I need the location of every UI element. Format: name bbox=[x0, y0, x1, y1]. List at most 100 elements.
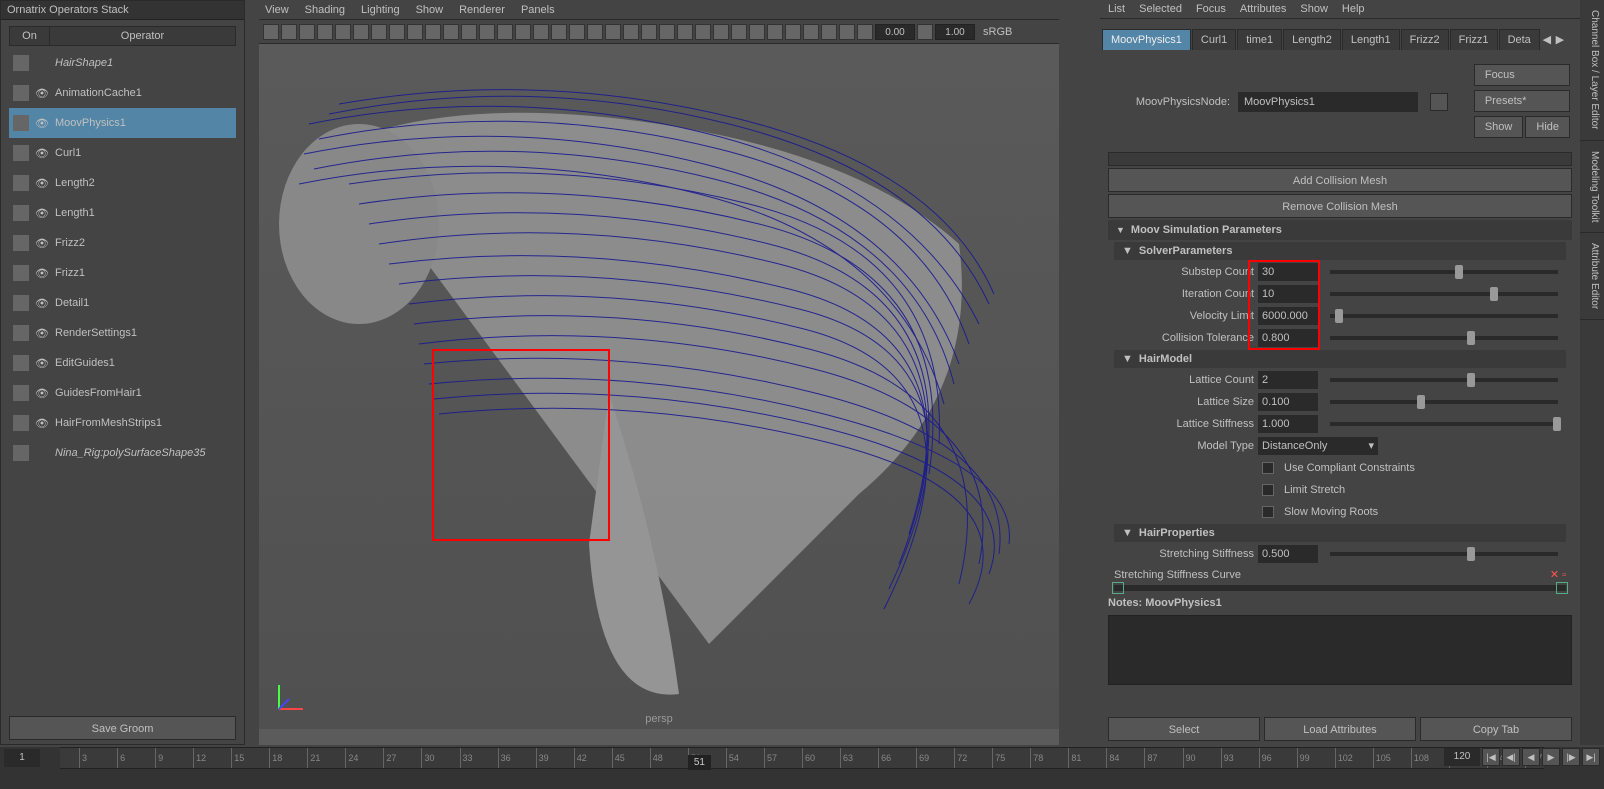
play-back-button[interactable]: ◀ bbox=[1522, 748, 1540, 766]
curve-editor[interactable] bbox=[1114, 585, 1566, 591]
side-tab-modeling-toolkit[interactable]: Modeling Toolkit bbox=[1580, 141, 1604, 234]
operator-item-2[interactable]: 👁MoovPhysics1 bbox=[9, 108, 236, 138]
vp-tool-27[interactable] bbox=[749, 24, 765, 40]
vp-tool-33[interactable] bbox=[857, 24, 873, 40]
vp-tool-10[interactable] bbox=[443, 24, 459, 40]
visibility-icon[interactable]: 👁 bbox=[35, 147, 47, 159]
start-frame-input[interactable]: 1 bbox=[4, 749, 40, 767]
operator-item-0[interactable]: HairShape1 bbox=[9, 48, 236, 78]
visibility-icon[interactable]: 👁 bbox=[35, 267, 47, 279]
vp-tool-19[interactable] bbox=[605, 24, 621, 40]
visibility-icon[interactable]: 👁 bbox=[35, 207, 47, 219]
remove-collision-button[interactable]: Remove Collision Mesh bbox=[1108, 194, 1572, 218]
menu-lighting[interactable]: Lighting bbox=[361, 4, 400, 16]
param-slider[interactable] bbox=[1330, 336, 1558, 340]
step-back-button[interactable]: ◀| bbox=[1502, 748, 1520, 766]
solver-params-header[interactable]: ▼SolverParameters bbox=[1114, 242, 1566, 260]
attr-menu-list[interactable]: List bbox=[1108, 3, 1125, 15]
vp-tool-31[interactable] bbox=[821, 24, 837, 40]
param-slider[interactable] bbox=[1330, 378, 1558, 382]
tab-length2[interactable]: Length2 bbox=[1283, 29, 1341, 50]
param-input[interactable]: 2 bbox=[1258, 371, 1318, 389]
vp-tool-13[interactable] bbox=[497, 24, 513, 40]
tab-scroll-icon[interactable]: ◀ bbox=[1541, 33, 1553, 46]
operator-item-9[interactable]: 👁RenderSettings1 bbox=[9, 318, 236, 348]
checkbox[interactable] bbox=[1262, 484, 1274, 496]
vp-tool-26[interactable] bbox=[731, 24, 747, 40]
vp-tool-32[interactable] bbox=[839, 24, 855, 40]
vp-tool-16[interactable] bbox=[551, 24, 567, 40]
vp-tool-20[interactable] bbox=[623, 24, 639, 40]
stretch-input[interactable]: 0.500 bbox=[1258, 545, 1318, 563]
vp-tool-0[interactable] bbox=[263, 24, 279, 40]
visibility-icon[interactable]: 👁 bbox=[35, 417, 47, 429]
operator-item-1[interactable]: 👁AnimationCache1 bbox=[9, 78, 236, 108]
vp-tool-8[interactable] bbox=[407, 24, 423, 40]
vp-tool-28[interactable] bbox=[767, 24, 783, 40]
visibility-icon[interactable]: 👁 bbox=[35, 357, 47, 369]
node-name-input[interactable]: MoovPhysics1 bbox=[1238, 92, 1418, 112]
presets-button[interactable]: Presets* bbox=[1474, 90, 1570, 112]
vp-tool-12[interactable] bbox=[479, 24, 495, 40]
side-tab-channel-box---layer-editor[interactable]: Channel Box / Layer Editor bbox=[1580, 0, 1604, 141]
side-tab-attribute-editor[interactable]: Attribute Editor bbox=[1580, 233, 1604, 320]
colorspace-label[interactable]: sRGB bbox=[983, 26, 1012, 38]
vp-tool-17[interactable] bbox=[569, 24, 585, 40]
param-slider[interactable] bbox=[1330, 314, 1558, 318]
vp-tool-4[interactable] bbox=[335, 24, 351, 40]
checkbox[interactable] bbox=[1262, 506, 1274, 518]
param-slider[interactable] bbox=[1330, 270, 1558, 274]
gamma-icon[interactable] bbox=[917, 24, 933, 40]
vp-tool-14[interactable] bbox=[515, 24, 531, 40]
param-slider[interactable] bbox=[1330, 422, 1558, 426]
checkbox[interactable] bbox=[1262, 462, 1274, 474]
tab-curl1[interactable]: Curl1 bbox=[1192, 29, 1236, 50]
menu-panels[interactable]: Panels bbox=[521, 4, 555, 16]
hairmodel-header[interactable]: ▼HairModel bbox=[1114, 350, 1566, 368]
add-collision-button[interactable]: Add Collision Mesh bbox=[1108, 168, 1572, 192]
io-button[interactable] bbox=[1430, 93, 1448, 111]
vp-tool-25[interactable] bbox=[713, 24, 729, 40]
end-frame-input[interactable]: 120 bbox=[1444, 748, 1480, 766]
vp-tool-22[interactable] bbox=[659, 24, 675, 40]
on-col-header[interactable]: On bbox=[10, 27, 50, 45]
operator-item-13[interactable]: Nina_Rig:polySurfaceShape35 bbox=[9, 438, 236, 468]
notes-textarea[interactable] bbox=[1108, 615, 1572, 685]
menu-renderer[interactable]: Renderer bbox=[459, 4, 505, 16]
param-slider[interactable] bbox=[1330, 400, 1558, 404]
operator-col-header[interactable]: Operator bbox=[50, 27, 235, 45]
vp-tool-6[interactable] bbox=[371, 24, 387, 40]
param-slider[interactable] bbox=[1330, 292, 1558, 296]
stretch-slider[interactable] bbox=[1330, 552, 1558, 556]
model-type-dropdown[interactable]: DistanceOnly▾ bbox=[1258, 437, 1378, 455]
vp-tool-9[interactable] bbox=[425, 24, 441, 40]
operator-item-5[interactable]: 👁Length1 bbox=[9, 198, 236, 228]
visibility-icon[interactable] bbox=[35, 447, 47, 459]
operator-item-7[interactable]: 👁Frizz1 bbox=[9, 258, 236, 288]
operator-item-10[interactable]: 👁EditGuides1 bbox=[9, 348, 236, 378]
save-groom-button[interactable]: Save Groom bbox=[9, 716, 236, 740]
vp-tool-1[interactable] bbox=[281, 24, 297, 40]
gamma-input[interactable]: 1.00 bbox=[935, 24, 975, 40]
visibility-icon[interactable]: 👁 bbox=[35, 177, 47, 189]
exposure-input[interactable]: 0.00 bbox=[875, 24, 915, 40]
tab-time1[interactable]: time1 bbox=[1237, 29, 1282, 50]
load-attributes-button[interactable]: Load Attributes bbox=[1264, 717, 1416, 741]
vp-tool-11[interactable] bbox=[461, 24, 477, 40]
copy-tab-button[interactable]: Copy Tab bbox=[1420, 717, 1572, 741]
play-forward-button[interactable]: ▶ bbox=[1542, 748, 1560, 766]
vp-tool-5[interactable] bbox=[353, 24, 369, 40]
attr-menu-help[interactable]: Help bbox=[1342, 3, 1365, 15]
viewport-canvas[interactable]: persp bbox=[259, 44, 1059, 729]
vp-tool-30[interactable] bbox=[803, 24, 819, 40]
focus-button[interactable]: Focus bbox=[1474, 64, 1570, 86]
vp-tool-29[interactable] bbox=[785, 24, 801, 40]
visibility-icon[interactable]: 👁 bbox=[35, 117, 47, 129]
close-icon[interactable]: ✕ ▫ bbox=[1550, 568, 1566, 581]
visibility-icon[interactable]: 👁 bbox=[35, 87, 47, 99]
fast-forward-button[interactable]: ▶| bbox=[1582, 748, 1600, 766]
vp-tool-24[interactable] bbox=[695, 24, 711, 40]
attr-menu-attributes[interactable]: Attributes bbox=[1240, 3, 1286, 15]
visibility-icon[interactable]: 👁 bbox=[35, 387, 47, 399]
visibility-icon[interactable] bbox=[35, 57, 47, 69]
